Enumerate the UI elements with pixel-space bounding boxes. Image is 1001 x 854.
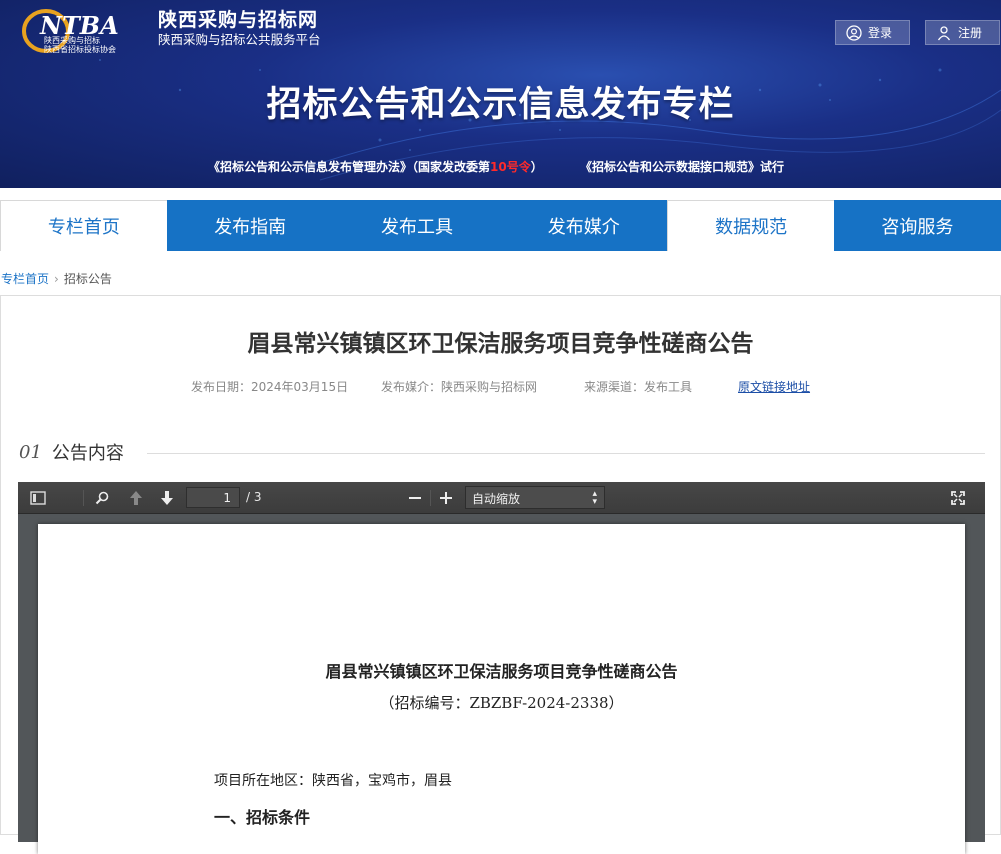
minus-icon bbox=[409, 497, 421, 499]
document-section-heading: 一、招标条件 bbox=[214, 808, 311, 827]
fullscreen-button[interactable] bbox=[947, 488, 969, 508]
tab-data-spec[interactable]: 数据规范 bbox=[667, 200, 834, 251]
main-nav: 专栏首页 发布指南 发布工具 发布媒介 数据规范 咨询服务 bbox=[0, 200, 1001, 251]
section-divider bbox=[147, 453, 985, 454]
pdf-page: 眉县常兴镇镇区环卫保洁服务项目竞争性磋商公告 （招标编号：ZBZBF-2024-… bbox=[38, 524, 965, 854]
site-subtitle: 陕西采购与招标公共服务平台 bbox=[158, 32, 321, 47]
tab-tools[interactable]: 发布工具 bbox=[333, 200, 501, 251]
tab-guide[interactable]: 发布指南 bbox=[166, 200, 334, 251]
section-label: 公告内容 bbox=[51, 443, 124, 464]
fullscreen-icon bbox=[951, 491, 965, 505]
arrow-up-icon bbox=[130, 491, 142, 505]
next-page-button[interactable] bbox=[156, 488, 178, 508]
page-count: / 3 bbox=[246, 490, 262, 504]
site-title: 陕西采购与招标网 bbox=[158, 9, 319, 31]
interface-spec-link[interactable]: 《招标公告和公示数据接口规范》试行 bbox=[580, 158, 784, 175]
publish-date: 发布日期：2024年03月15日 bbox=[191, 380, 349, 394]
zoom-in-button[interactable] bbox=[435, 488, 457, 508]
pdf-viewer: / 3 自动缩放 ▴▾ bbox=[18, 482, 985, 854]
zoom-select[interactable]: 自动缩放 ▴ ▾ bbox=[465, 486, 605, 509]
select-arrows-icon: ▴ ▾ bbox=[592, 489, 597, 507]
document-location: 项目所在地区：陕西省，宝鸡市，眉县 bbox=[214, 773, 452, 789]
register-label: 注册 bbox=[958, 26, 983, 40]
decree-number: 10号令 bbox=[490, 160, 531, 174]
ntba-logo-icon: NTBA 陕西采购与招标 陕西省招标投标协会 bbox=[22, 9, 119, 54]
tab-home[interactable]: 专栏首页 bbox=[0, 200, 167, 251]
banner-title: 招标公告和公示信息发布专栏 bbox=[266, 85, 735, 125]
toolbar-divider bbox=[430, 490, 431, 506]
svg-text:陕西省招标投标协会: 陕西省招标投标协会 bbox=[44, 44, 116, 54]
zoom-out-button[interactable] bbox=[404, 488, 426, 508]
login-button[interactable]: 登录 bbox=[835, 20, 910, 45]
toolbar-divider bbox=[83, 490, 84, 506]
login-label: 登录 bbox=[868, 26, 893, 40]
regulation-link[interactable]: 《招标公告和公示信息发布管理办法》（国家发改委第10号令） bbox=[208, 158, 543, 175]
source-channel: 来源渠道：发布工具 bbox=[584, 380, 693, 394]
article-title: 眉县常兴镇镇区环卫保洁服务项目竞争性磋商公告 bbox=[247, 331, 754, 357]
document-number: （招标编号：ZBZBF-2024-2338） bbox=[379, 694, 624, 712]
register-button[interactable]: 注册 bbox=[925, 20, 1000, 45]
pdf-toolbar: / 3 自动缩放 ▴▾ bbox=[18, 482, 985, 514]
svg-text:陕西采购与招标: 陕西采购与招标 bbox=[44, 35, 100, 45]
find-button[interactable] bbox=[91, 488, 113, 508]
search-icon bbox=[95, 491, 109, 505]
arrow-down-icon bbox=[161, 491, 173, 505]
publish-media: 发布媒介：陕西采购与招标网 bbox=[381, 380, 538, 394]
breadcrumb-home[interactable]: 专栏首页 bbox=[1, 272, 49, 286]
breadcrumb: 专栏首页 › 招标公告 bbox=[1, 270, 112, 287]
header-banner: NTBA 陕西采购与招标 陕西省招标投标协会 陕西采购与招标网 陕西采购与招标公… bbox=[0, 0, 1001, 188]
section-number: 01 bbox=[19, 441, 42, 463]
regulation-link-suffix: ） bbox=[530, 160, 543, 174]
sidebar-icon bbox=[30, 491, 46, 505]
sidebar-toggle-button[interactable] bbox=[27, 488, 49, 508]
chevron-right-icon: › bbox=[54, 272, 59, 286]
page-number-input[interactable] bbox=[186, 487, 240, 508]
document-title: 眉县常兴镇镇区环卫保洁服务项目竞争性磋商公告 bbox=[325, 662, 678, 681]
article-container: 眉县常兴镇镇区环卫保洁服务项目竞争性磋商公告 发布日期：2024年03月15日 … bbox=[0, 295, 1001, 854]
previous-page-button[interactable] bbox=[125, 488, 147, 508]
zoom-select-value: 自动缩放 bbox=[472, 492, 521, 506]
tab-consulting[interactable]: 咨询服务 bbox=[833, 200, 1001, 251]
tab-media[interactable]: 发布媒介 bbox=[500, 200, 668, 251]
regulation-link-text: 《招标公告和公示信息发布管理办法》（国家发改委第 bbox=[208, 160, 491, 174]
plus-icon bbox=[440, 492, 452, 504]
user-circle-icon bbox=[846, 24, 862, 41]
original-link[interactable]: 原文链接地址 bbox=[738, 378, 810, 395]
site-logo[interactable]: NTBA 陕西采购与招标 陕西省招标投标协会 陕西采购与招标网 陕西采购与招标公… bbox=[22, 8, 321, 54]
section-header: 01 公告内容 bbox=[19, 439, 124, 465]
user-icon bbox=[937, 25, 951, 40]
breadcrumb-current: 招标公告 bbox=[63, 272, 112, 286]
